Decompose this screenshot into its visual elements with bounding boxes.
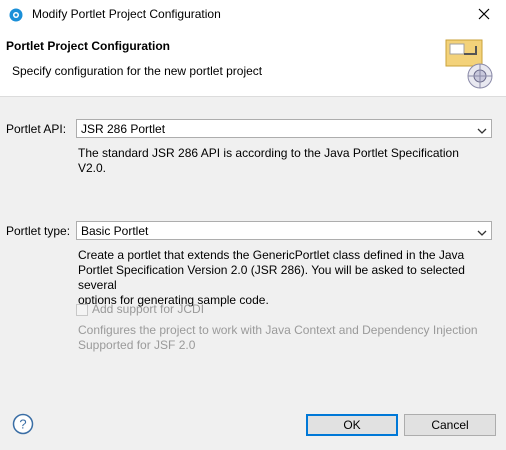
page-description: Specify configuration for the new portle… — [12, 64, 263, 78]
cancel-button[interactable]: Cancel — [404, 414, 496, 436]
description-line: Supported for JSF 2.0 — [78, 338, 196, 352]
wizard-banner-icon — [442, 36, 498, 92]
jcdi-checkbox-label: Add support for JCDI — [92, 302, 205, 316]
close-button[interactable] — [468, 2, 500, 28]
close-icon — [478, 8, 490, 23]
page-title: Portlet Project Configuration — [6, 39, 171, 53]
chevron-down-icon — [477, 226, 487, 240]
ok-button[interactable]: OK — [306, 414, 398, 436]
chevron-down-icon — [477, 124, 487, 138]
portlet-type-label: Portlet type: — [6, 224, 71, 238]
title-bar: Modify Portlet Project Configuration — [0, 0, 506, 30]
wizard-header: Portlet Project Configuration Specify co… — [0, 30, 506, 97]
jcdi-description: Configures the project to work with Java… — [78, 323, 488, 353]
eclipse-icon — [8, 7, 24, 23]
portlet-api-label: Portlet API: — [6, 122, 67, 136]
portlet-type-select[interactable]: Basic Portlet — [76, 221, 492, 240]
description-line: Configures the project to work with Java… — [78, 323, 478, 337]
svg-text:?: ? — [19, 417, 26, 432]
jcdi-checkbox[interactable] — [76, 304, 88, 316]
help-icon[interactable]: ? — [12, 413, 34, 435]
portlet-api-select[interactable]: JSR 286 Portlet — [76, 119, 492, 138]
description-line: Create a portlet that extends the Generi… — [78, 248, 465, 262]
portlet-api-value: JSR 286 Portlet — [81, 122, 166, 136]
description-line: Portlet Specification Version 2.0 (JSR 2… — [78, 263, 465, 292]
portlet-api-description: The standard JSR 286 API is according to… — [78, 146, 459, 175]
portlet-type-value: Basic Portlet — [81, 224, 149, 238]
portlet-type-description: Create a portlet that extends the Generi… — [78, 248, 488, 308]
window-title: Modify Portlet Project Configuration — [32, 7, 221, 21]
